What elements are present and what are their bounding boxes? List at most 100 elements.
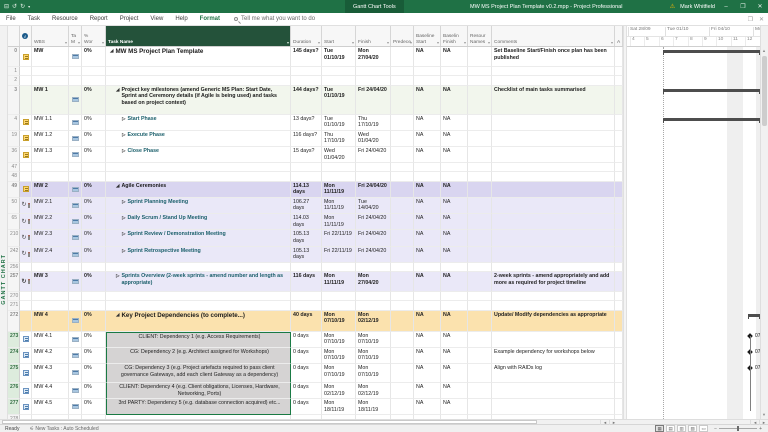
row-number[interactable]: 272 bbox=[8, 311, 20, 332]
cell-com[interactable] bbox=[492, 399, 615, 415]
column-header-com[interactable]: Comments▾ bbox=[492, 26, 615, 46]
cell-bs[interactable] bbox=[414, 415, 441, 419]
cell-info[interactable] bbox=[20, 399, 32, 415]
cell-bf[interactable]: NA bbox=[441, 147, 468, 163]
cell-res[interactable] bbox=[468, 263, 492, 272]
cell-info[interactable] bbox=[20, 172, 32, 181]
cell-pct[interactable]: 0% bbox=[82, 115, 106, 131]
cell-fin[interactable]: Wed 01/04/20 bbox=[356, 131, 391, 147]
cell-mode[interactable] bbox=[69, 131, 82, 147]
cell-bf[interactable]: NA bbox=[441, 332, 468, 348]
row-number[interactable]: 65 bbox=[8, 214, 20, 230]
zoom-slider[interactable] bbox=[719, 428, 757, 429]
cell-info[interactable] bbox=[20, 163, 32, 172]
row-number[interactable]: 256 bbox=[8, 263, 20, 272]
cell-dur[interactable]: 0 days bbox=[291, 364, 322, 383]
cell-add[interactable] bbox=[615, 292, 623, 301]
cell-com[interactable]: Checklist of main tasks summarised bbox=[492, 86, 615, 115]
cell-pct[interactable] bbox=[82, 76, 106, 85]
cell-wbs[interactable] bbox=[32, 76, 69, 85]
cell-pred[interactable] bbox=[391, 214, 414, 230]
cell-start[interactable] bbox=[322, 263, 356, 272]
cell-mode[interactable] bbox=[69, 182, 82, 198]
cell-task-name[interactable]: ▷Sprint Planning Meeting bbox=[106, 198, 291, 214]
cell-task-name[interactable] bbox=[106, 76, 291, 85]
cell-pct[interactable]: 0% bbox=[82, 131, 106, 147]
cell-wbs[interactable] bbox=[32, 415, 69, 419]
cell-pct[interactable]: 0% bbox=[82, 47, 106, 67]
cell-res[interactable] bbox=[468, 147, 492, 163]
column-header-add-new[interactable]: A bbox=[615, 26, 623, 46]
row-number[interactable]: 49 bbox=[8, 182, 20, 198]
cell-pred[interactable] bbox=[391, 86, 414, 115]
cell-task-name[interactable] bbox=[106, 263, 291, 272]
cell-dur[interactable]: 0 days bbox=[291, 383, 322, 399]
row-number[interactable]: 36 bbox=[8, 147, 20, 163]
expand-icon[interactable]: ▷ bbox=[122, 116, 125, 123]
cell-pred[interactable] bbox=[391, 383, 414, 399]
cell-com[interactable] bbox=[492, 198, 615, 214]
summary-task-bar[interactable] bbox=[748, 314, 760, 317]
cell-add[interactable] bbox=[615, 415, 623, 419]
cell-wbs[interactable]: MW 2.4 bbox=[32, 247, 69, 263]
row-number[interactable]: 210 bbox=[8, 230, 20, 246]
cell-info[interactable]: ↻ bbox=[20, 247, 32, 263]
cell-info[interactable] bbox=[20, 292, 32, 301]
column-header-pct[interactable]: % Wor▾ bbox=[82, 26, 106, 46]
cell-res[interactable] bbox=[468, 230, 492, 246]
cell-start[interactable]: Mon 07/10/19 bbox=[322, 332, 356, 348]
vertical-scroll-thumb[interactable] bbox=[762, 56, 767, 126]
cell-pred[interactable] bbox=[391, 348, 414, 364]
cell-dur[interactable]: 0 days bbox=[291, 399, 322, 415]
cell-mode[interactable] bbox=[69, 86, 82, 115]
cell-pct[interactable]: 0% bbox=[82, 247, 106, 263]
vertical-scrollbar[interactable]: ▲ ▼ bbox=[760, 26, 768, 419]
expand-icon[interactable]: ▷ bbox=[122, 215, 125, 222]
cell-pred[interactable] bbox=[391, 301, 414, 310]
cell-wbs[interactable] bbox=[32, 172, 69, 181]
cell-fin[interactable]: Mon 27/04/20 bbox=[356, 47, 391, 67]
cell-task-name[interactable]: ◢Agile Ceremonies bbox=[106, 182, 291, 198]
cell-start[interactable]: Fri 22/11/19 bbox=[322, 247, 356, 263]
cell-pct[interactable]: 0% bbox=[82, 182, 106, 198]
cell-task-name[interactable]: ▷Execute Phase bbox=[106, 131, 291, 147]
team-planner-view-icon[interactable]: ▥ bbox=[677, 425, 686, 432]
column-header-pred[interactable]: Predece▾ bbox=[391, 26, 414, 46]
customize-qat-icon[interactable]: ▾ bbox=[28, 4, 30, 9]
cell-info[interactable] bbox=[20, 131, 32, 147]
cell-res[interactable] bbox=[468, 163, 492, 172]
cell-bf[interactable]: NA bbox=[441, 230, 468, 246]
cell-pct[interactable]: 0% bbox=[82, 399, 106, 415]
cell-info[interactable]: ↻ bbox=[20, 214, 32, 230]
cell-dur[interactable]: 0 days bbox=[291, 332, 322, 348]
cell-info[interactable]: ↻ bbox=[20, 230, 32, 246]
cell-pred[interactable] bbox=[391, 131, 414, 147]
cell-fin[interactable] bbox=[356, 292, 391, 301]
cell-task-name[interactable]: ◢Project key milestones (amend Generic M… bbox=[106, 86, 291, 115]
cell-pred[interactable] bbox=[391, 399, 414, 415]
cell-com[interactable]: 2-week sprints - amend appropriately and… bbox=[492, 272, 615, 292]
cell-dur[interactable]: 40 days bbox=[291, 311, 322, 332]
cell-pred[interactable] bbox=[391, 364, 414, 383]
cell-start[interactable]: Mon 11/11/19 bbox=[322, 182, 356, 198]
redo-icon[interactable]: ↻ bbox=[20, 3, 25, 10]
cell-bs[interactable]: NA bbox=[414, 86, 441, 115]
new-tasks-mode[interactable]: ⚟ New Tasks : Auto Scheduled bbox=[24, 426, 103, 432]
cell-info[interactable] bbox=[20, 86, 32, 115]
cell-task-name[interactable]: ▷Close Phase bbox=[106, 147, 291, 163]
row-number[interactable]: 1 bbox=[8, 67, 20, 76]
filter-dropdown-icon[interactable]: ▾ bbox=[102, 40, 104, 45]
cell-task-name[interactable]: ▷Daily Scrum / Stand Up Meeting bbox=[106, 214, 291, 230]
cell-fin[interactable]: Mon 18/11/19 bbox=[356, 399, 391, 415]
cell-res[interactable] bbox=[468, 214, 492, 230]
cell-res[interactable] bbox=[468, 131, 492, 147]
cell-dur[interactable]: 145 days? bbox=[291, 47, 322, 67]
scroll-left-icon[interactable]: ◄ bbox=[600, 420, 609, 425]
cell-bs[interactable]: NA bbox=[414, 131, 441, 147]
summary-task-bar[interactable] bbox=[663, 89, 760, 92]
cell-add[interactable] bbox=[615, 115, 623, 131]
tell-me-search[interactable]: Tell me what you want to do bbox=[234, 16, 315, 22]
cell-start[interactable]: Mon 11/11/19 bbox=[322, 198, 356, 214]
cell-bs[interactable]: NA bbox=[414, 311, 441, 332]
cell-com[interactable] bbox=[492, 214, 615, 230]
